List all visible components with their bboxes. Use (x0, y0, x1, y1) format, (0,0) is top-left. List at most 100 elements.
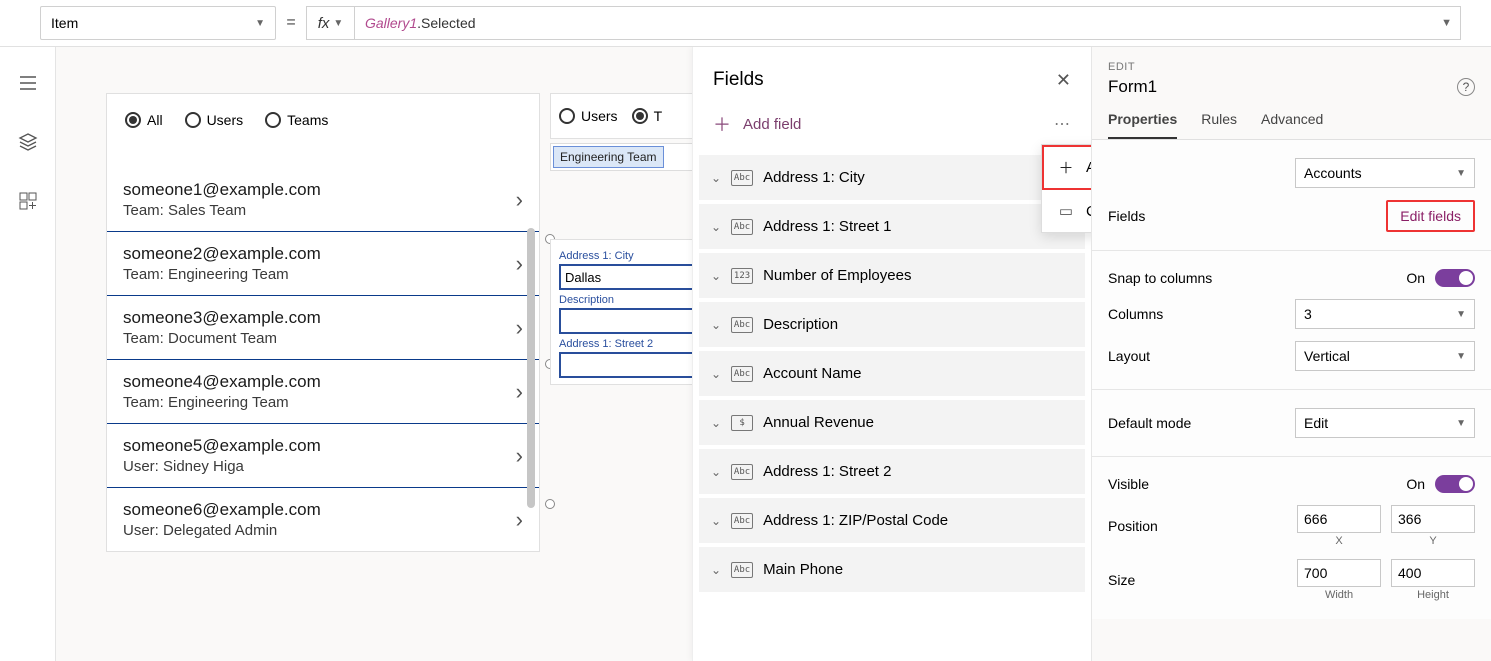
radio-users-2[interactable]: Users (559, 108, 618, 124)
item-sub: User: Sidney Higa (123, 458, 321, 475)
scrollbar[interactable] (527, 228, 535, 508)
size-h-input[interactable] (1391, 559, 1475, 587)
menu-collapse-all[interactable]: ▭ Collapse all (1042, 190, 1091, 232)
field-item[interactable]: ⌄AbcDescription (699, 302, 1085, 347)
list-item[interactable]: someone1@example.comTeam: Sales Team› (107, 168, 539, 231)
radio-icon (185, 112, 201, 128)
plus-icon: ＋ (1058, 157, 1074, 178)
resize-handle[interactable] (545, 499, 555, 509)
field-item[interactable]: ⌄AbcAddress 1: Street 1 (699, 204, 1085, 249)
field-input-street2[interactable] (559, 352, 695, 378)
preview-chip[interactable]: Engineering Team (553, 146, 664, 168)
visible-label: Visible (1108, 476, 1149, 492)
tab-properties[interactable]: Properties (1108, 105, 1177, 139)
chevron-down-icon: ⌄ (711, 269, 721, 283)
size-w-input[interactable] (1297, 559, 1381, 587)
gallery1[interactable]: All Users Teams someone1@example.comTeam… (106, 93, 540, 552)
field-item[interactable]: ⌄$Annual Revenue (699, 400, 1085, 445)
hamburger-icon[interactable] (18, 73, 38, 98)
add-field-button[interactable]: ＋ Add field (713, 111, 801, 137)
field-item-label: Address 1: Street 1 (763, 218, 891, 235)
radio-teams-2[interactable]: T (632, 108, 663, 124)
list-item[interactable]: someone2@example.comTeam: Engineering Te… (107, 231, 539, 295)
equals-label: = (276, 14, 306, 32)
form1-selected[interactable]: Address 1: City Description Address 1: S… (550, 239, 704, 385)
field-item-label: Number of Employees (763, 267, 911, 284)
field-input-description[interactable] (559, 308, 695, 334)
snap-label: Snap to columns (1108, 270, 1212, 286)
field-item[interactable]: ⌄AbcAddress 1: ZIP/Postal Code (699, 498, 1085, 543)
columns-select[interactable]: 3▼ (1295, 299, 1475, 329)
properties-panel: EDIT Form1 ? Properties Rules Advanced D… (1091, 47, 1491, 661)
list-item[interactable]: someone4@example.comTeam: Engineering Te… (107, 359, 539, 423)
formula-bar: Item ▼ = fx ▼ Gallery1.Selected ▼ (0, 0, 1491, 47)
chevron-down-icon: ⌄ (711, 465, 721, 479)
field-label: Description (559, 294, 695, 306)
chevron-right-icon: › (516, 507, 523, 533)
formula-input[interactable]: Gallery1.Selected ▼ (354, 6, 1461, 40)
radio-icon (559, 108, 575, 124)
field-item-label: Account Name (763, 365, 861, 382)
edit-fields-link[interactable]: Edit fields (1386, 200, 1475, 232)
preview-chip-box: Engineering Team (550, 143, 704, 171)
radio-icon (125, 112, 141, 128)
fields-list: ⌄AbcAddress 1: City ⌄AbcAddress 1: Stree… (693, 155, 1091, 592)
radio-icon (265, 112, 281, 128)
fields-label: Fields (1108, 208, 1145, 224)
position-x-sublabel: X (1335, 535, 1342, 547)
position-y-input[interactable] (1391, 505, 1475, 533)
menu-add-custom-card[interactable]: ＋ Add a custom card (1042, 145, 1091, 190)
field-item[interactable]: ⌄AbcAddress 1: City (699, 155, 1085, 200)
type-icon: $ (731, 415, 753, 431)
item-sub: Team: Sales Team (123, 202, 321, 219)
tab-rules[interactable]: Rules (1201, 105, 1237, 139)
left-rail (0, 47, 56, 661)
snap-toggle[interactable] (1435, 269, 1475, 287)
canvas[interactable]: All Users Teams someone1@example.comTeam… (56, 47, 1091, 661)
chevron-right-icon: › (516, 251, 523, 277)
datasource-select[interactable]: Accounts▼ (1295, 158, 1475, 188)
defaultmode-select[interactable]: Edit▼ (1295, 408, 1475, 438)
fields-more-menu: ＋ Add a custom card ▭ Collapse all (1041, 144, 1091, 233)
type-icon: Abc (731, 464, 753, 480)
components-icon[interactable] (18, 191, 38, 216)
field-item[interactable]: ⌄AbcMain Phone (699, 547, 1085, 592)
position-x-input[interactable] (1297, 505, 1381, 533)
help-icon[interactable]: ? (1457, 78, 1475, 96)
layers-icon[interactable] (18, 132, 38, 157)
radio-teams[interactable]: Teams (265, 112, 328, 128)
item-title: someone2@example.com (123, 244, 321, 264)
size-label: Size (1108, 572, 1135, 588)
property-selector[interactable]: Item ▼ (40, 6, 276, 40)
radio-all-label: All (147, 112, 163, 128)
fields-panel-title: Fields (713, 69, 764, 91)
radio-all[interactable]: All (125, 112, 163, 128)
item-sub: Team: Document Team (123, 330, 321, 347)
radio-users[interactable]: Users (185, 112, 244, 128)
field-item-label: Description (763, 316, 838, 333)
form-card[interactable]: Address 1: City Description Address 1: S… (550, 239, 704, 385)
radio-teams-label: Teams (287, 112, 328, 128)
tab-advanced[interactable]: Advanced (1261, 105, 1323, 139)
list-item[interactable]: someone3@example.comTeam: Document Team› (107, 295, 539, 359)
layout-select[interactable]: Vertical▼ (1295, 341, 1475, 371)
radio-label: Users (581, 108, 618, 124)
formula-token-rest: .Selected (417, 15, 475, 31)
more-icon[interactable]: ⋯ (1054, 114, 1071, 134)
type-icon: Abc (731, 170, 753, 186)
visible-toggle[interactable] (1435, 475, 1475, 493)
field-item[interactable]: ⌄123Number of Employees (699, 253, 1085, 298)
chevron-down-icon: ⌄ (711, 171, 721, 185)
list-item[interactable]: someone6@example.comUser: Delegated Admi… (107, 487, 539, 551)
chevron-down-icon[interactable]: ▼ (1441, 17, 1452, 29)
fx-button[interactable]: fx ▼ (306, 6, 354, 40)
field-input-city[interactable] (559, 264, 695, 290)
close-icon[interactable]: ✕ (1056, 70, 1071, 91)
chevron-down-icon: ⌄ (711, 220, 721, 234)
snap-value: On (1406, 270, 1425, 286)
field-item[interactable]: ⌄AbcAddress 1: Street 2 (699, 449, 1085, 494)
radio-label: T (654, 108, 663, 124)
type-icon: Abc (731, 562, 753, 578)
list-item[interactable]: someone5@example.comUser: Sidney Higa› (107, 423, 539, 487)
field-item[interactable]: ⌄AbcAccount Name (699, 351, 1085, 396)
